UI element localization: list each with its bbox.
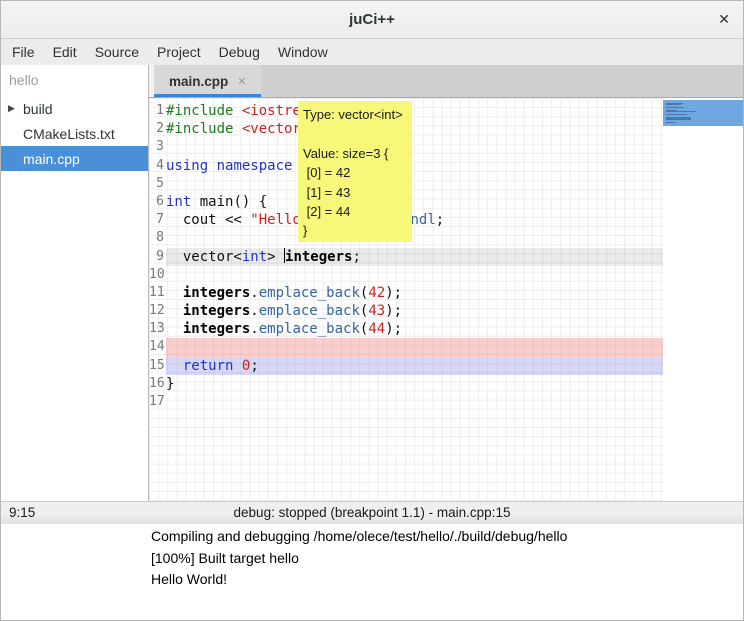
menu-item-edit[interactable]: Edit [44, 40, 86, 65]
minimap-code-mark [666, 107, 684, 108]
code-text: int main() { [166, 193, 663, 211]
code-text: integers.emplace_back(44); [166, 320, 663, 338]
code-text [166, 175, 663, 193]
active-tab-underline [154, 94, 261, 97]
code-text [166, 266, 663, 284]
code-line: 9 vector<int> integers; [149, 248, 663, 266]
code-line: 12 integers.emplace_back(43); [149, 302, 663, 320]
code-text: cout << "Hello World!" << endl; [166, 211, 663, 229]
line-number: 16 [149, 375, 166, 393]
tooltip-line: } [303, 221, 407, 240]
line-number: 3 [149, 138, 166, 156]
code-line: 15 return 0; [149, 357, 663, 375]
minimap-code-mark [666, 119, 691, 120]
code-text [166, 338, 663, 356]
app-window: juCi++ ✕ FileEditSourceProjectDebugWindo… [0, 0, 744, 621]
tooltip-line: [1] = 43 [303, 183, 407, 202]
code-text: integers.emplace_back(42); [166, 284, 663, 302]
menu-bar: FileEditSourceProjectDebugWindow [1, 39, 743, 65]
tooltip-line: [0] = 42 [303, 163, 407, 182]
tab-close-icon[interactable]: ✕ [237, 75, 246, 88]
code-text [166, 229, 663, 247]
menu-item-source[interactable]: Source [86, 40, 148, 65]
close-icon[interactable]: ✕ [718, 11, 730, 28]
menu-item-project[interactable]: Project [148, 40, 210, 65]
main-row: hello ▶build CMakeLists.txt main.cpp main.… [1, 65, 743, 501]
line-number: 2 [149, 120, 166, 138]
code-text: using namespace std; [166, 157, 663, 175]
code-text: return 0; [166, 357, 663, 375]
editor-pane: main.cpp ✕ 1#include <iostream>2#include… [149, 65, 743, 501]
code-line: 16} [149, 375, 663, 393]
code-text [166, 138, 663, 156]
tree-item-label: build [23, 101, 53, 117]
line-number: 6 [149, 193, 166, 211]
tab-bar: main.cpp ✕ [149, 65, 743, 98]
line-number: 8 [149, 229, 166, 247]
line-number: 12 [149, 302, 166, 320]
debug-value-tooltip: Type: vector<int> Value: size=3 { [0] = … [298, 101, 412, 242]
code-line: 17 [149, 393, 663, 411]
menu-item-debug[interactable]: Debug [210, 40, 269, 65]
code-text: #include <vector> [166, 120, 663, 138]
terminal-line: Compiling and debugging /home/olece/test… [151, 526, 741, 547]
menu-item-file[interactable]: File [3, 40, 44, 65]
expander-icon[interactable]: ▶ [8, 103, 22, 114]
line-number: 17 [149, 393, 166, 411]
tooltip-line: Value: size=3 { [303, 144, 407, 163]
code-text: #include <iostream> [166, 102, 663, 120]
minimap-code-mark [666, 111, 696, 112]
tree-item-label: main.cpp [23, 151, 80, 167]
tooltip-line [303, 124, 407, 143]
line-number: 13 [149, 320, 166, 338]
menu-item-window[interactable]: Window [269, 40, 337, 65]
line-number: 9 [149, 248, 166, 266]
line-number: 10 [149, 266, 166, 284]
minimap-code-mark [666, 104, 681, 105]
debug-status: debug: stopped (breakpoint 1.1) - main.c… [234, 505, 511, 520]
status-bar: 9:15 debug: stopped (breakpoint 1.1) - m… [1, 501, 743, 524]
line-number: 11 [149, 284, 166, 302]
tab-main-cpp[interactable]: main.cpp ✕ [154, 65, 261, 97]
line-number: 1 [149, 102, 166, 120]
line-number: 4 [149, 157, 166, 175]
minimap-code-mark [666, 114, 687, 115]
tooltip-line: [2] = 44 [303, 202, 407, 221]
file-sidebar: hello ▶build CMakeLists.txt main.cpp [1, 65, 149, 501]
line-number: 5 [149, 175, 166, 193]
project-directory-label[interactable]: hello [1, 65, 148, 96]
line-number: 7 [149, 211, 166, 229]
cursor-position: 9:15 [9, 505, 35, 520]
code-text: vector<int> integers; [166, 248, 663, 266]
line-number: 15 [149, 357, 166, 375]
code-text: integers.emplace_back(43); [166, 302, 663, 320]
code-text [166, 393, 663, 411]
minimap-code-mark [666, 122, 676, 123]
title-bar: juCi++ ✕ [1, 1, 743, 39]
window-title: juCi++ [1, 11, 743, 28]
minimap-scrollbar[interactable] [663, 98, 743, 501]
line-number: 14 [149, 338, 166, 356]
file-tree: ▶build CMakeLists.txt main.cpp [1, 96, 148, 171]
sidebar-item-build[interactable]: ▶build [1, 96, 148, 121]
tooltip-line: Type: vector<int> [303, 105, 407, 124]
tree-item-label: CMakeLists.txt [23, 126, 115, 142]
terminal-line: Hello World! [151, 569, 741, 590]
code-line: 14 [149, 338, 663, 356]
minimap-viewport[interactable] [663, 100, 743, 126]
terminal-line: [100%] Built target hello [151, 548, 741, 569]
tab-label: main.cpp [169, 74, 228, 89]
code-text: } [166, 375, 663, 393]
code-line: 13 integers.emplace_back(44); [149, 320, 663, 338]
sidebar-item-cmakelists-txt[interactable]: CMakeLists.txt [1, 121, 148, 146]
sidebar-item-main-cpp[interactable]: main.cpp [1, 146, 148, 171]
code-line: 10 [149, 266, 663, 284]
code-line: 11 integers.emplace_back(42); [149, 284, 663, 302]
code-editor[interactable]: 1#include <iostream>2#include <vector>34… [149, 98, 743, 501]
minimap-code-mark [666, 123, 667, 124]
